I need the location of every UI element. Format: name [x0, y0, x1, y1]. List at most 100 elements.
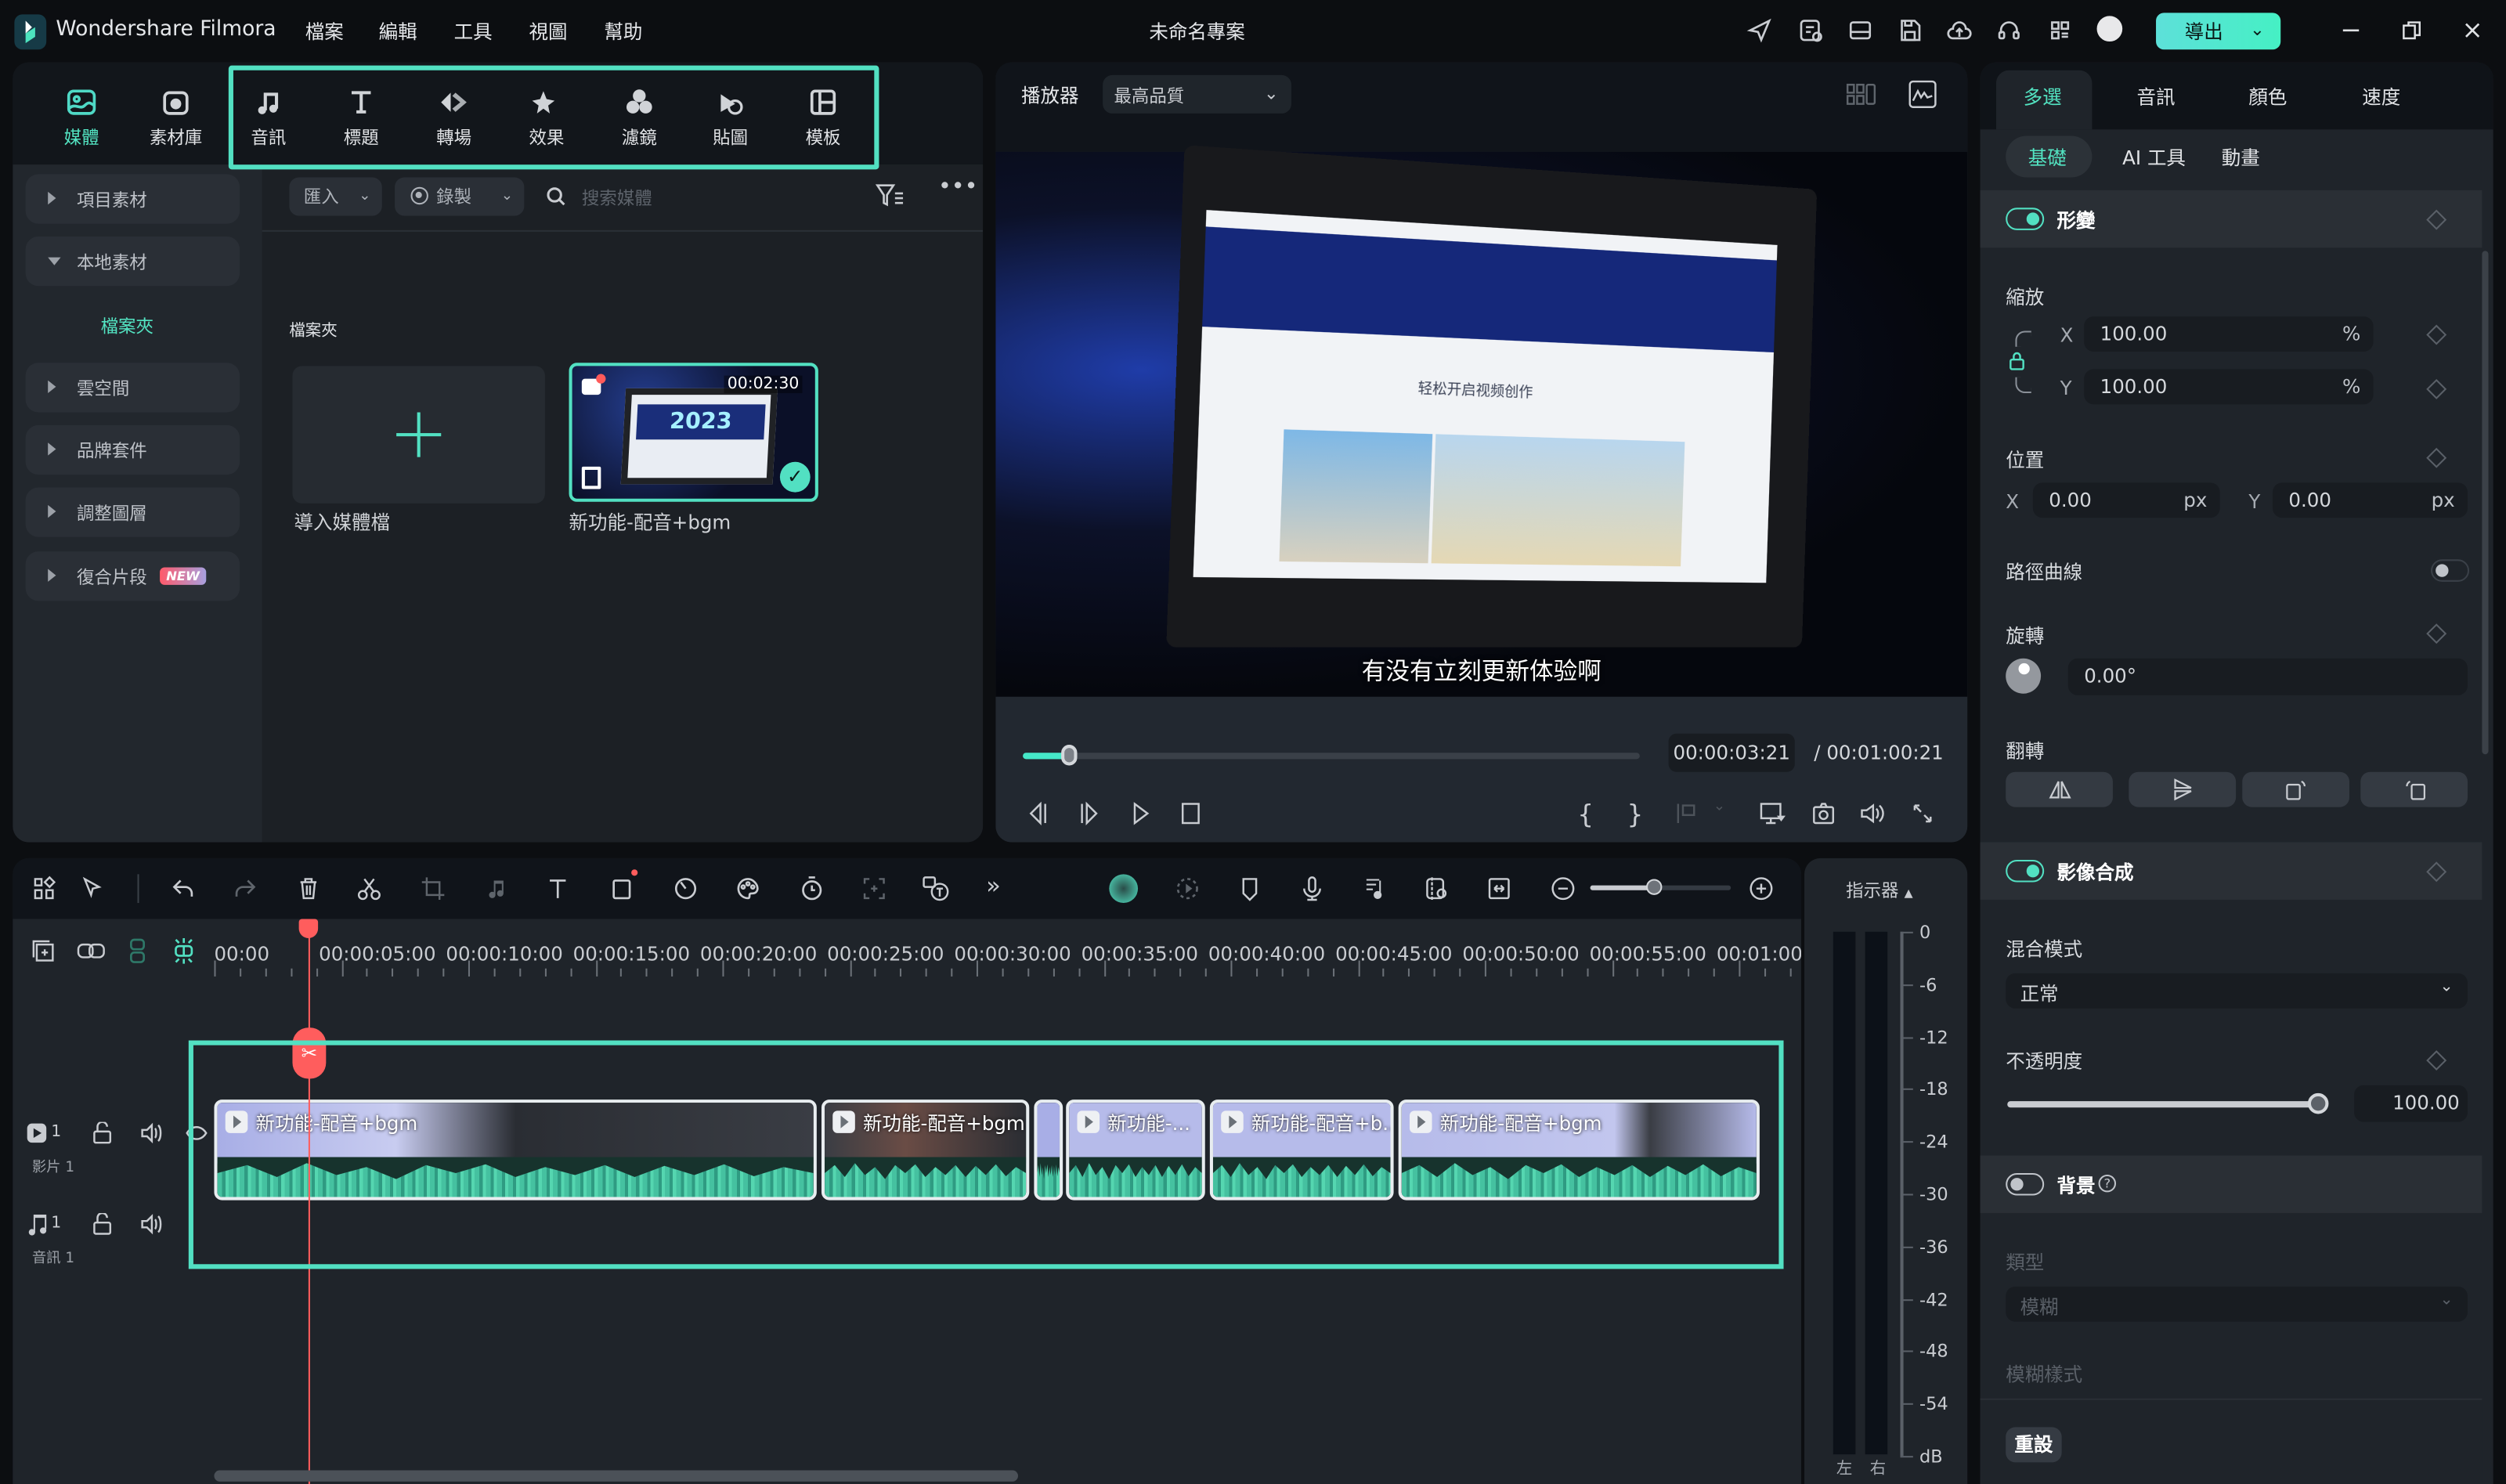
group-clips-icon[interactable] — [125, 938, 150, 964]
link-clips-icon[interactable] — [77, 938, 106, 964]
position-x-input[interactable]: 0.00 px — [2032, 482, 2220, 518]
shape-mask-icon[interactable] — [609, 869, 638, 903]
compositing-section-header[interactable]: 影像合成 — [1980, 842, 2483, 900]
next-frame-icon[interactable] — [1075, 799, 1104, 828]
subtab-ai-tools[interactable]: AI 工具 — [2122, 144, 2186, 172]
text-tool-icon[interactable] — [545, 874, 574, 903]
cloud-upload-icon[interactable] — [1945, 16, 1974, 45]
delete-trash-icon[interactable] — [294, 874, 323, 903]
restore-icon[interactable] — [2397, 16, 2426, 45]
color-palette-icon[interactable] — [734, 874, 763, 903]
flip-vertical-button[interactable] — [2129, 771, 2237, 807]
keyframe-diamond-icon[interactable] — [2426, 623, 2447, 645]
filter-sort-icon[interactable] — [874, 181, 906, 210]
transform-section-header[interactable]: 形變 — [1980, 190, 2483, 248]
menu-view[interactable]: 視圖 — [529, 17, 568, 45]
reset-button[interactable]: 重設 — [2006, 1427, 2062, 1463]
select-pointer-icon[interactable] — [78, 874, 107, 903]
tab-stock-library[interactable]: 素材庫 — [135, 85, 215, 150]
search-input[interactable]: 搜索媒體 — [582, 186, 652, 211]
menu-edit[interactable]: 編輯 — [379, 17, 417, 45]
layout-icon[interactable] — [1846, 16, 1875, 45]
opacity-slider-handle[interactable] — [2307, 1092, 2329, 1114]
save-icon[interactable] — [1895, 16, 1924, 45]
ai-copilot-icon[interactable] — [1109, 874, 1139, 904]
rotate-clockwise-button[interactable] — [2242, 771, 2349, 807]
display-settings-icon[interactable] — [1758, 799, 1787, 828]
chevron-down-icon[interactable]: ⌄ — [1713, 799, 1742, 828]
record-dropdown[interactable]: 錄製 ⌄ — [395, 177, 525, 216]
progress-handle[interactable] — [1060, 745, 1078, 766]
mark-in-icon[interactable]: { — [1577, 799, 1606, 829]
path-curve-toggle[interactable] — [2431, 559, 2470, 582]
auto-sync-icon[interactable] — [1422, 874, 1451, 903]
compositing-toggle[interactable] — [2006, 859, 2045, 883]
nav-project-media[interactable]: 項目素材 — [25, 174, 240, 224]
keyframe-diamond-icon[interactable] — [2426, 324, 2447, 345]
keyframe-diamond-icon[interactable] — [2426, 1050, 2447, 1071]
keyframe-diamond-icon[interactable] — [2426, 209, 2447, 230]
subtab-animation[interactable]: 動畫 — [2222, 144, 2260, 172]
opacity-input[interactable]: 100.00 — [2354, 1085, 2468, 1122]
crop-icon[interactable] — [419, 874, 448, 903]
more-tools-icon[interactable]: » — [986, 871, 1015, 900]
lock-icon[interactable] — [2007, 352, 2026, 370]
snapshot-camera-icon[interactable] — [1809, 799, 1838, 828]
play-icon[interactable] — [1127, 799, 1156, 828]
avatar[interactable] — [2096, 16, 2123, 42]
speech-to-text-icon[interactable] — [923, 874, 951, 903]
tab-speed[interactable]: 速度 — [2362, 83, 2400, 110]
scissors-split-icon[interactable] — [355, 874, 384, 903]
playhead-handle[interactable] — [298, 919, 319, 938]
tab-audio[interactable]: 音訊 — [2137, 83, 2176, 110]
bg-type-select[interactable]: 模糊 ⌄ — [2006, 1286, 2468, 1322]
menu-file[interactable]: 檔案 — [305, 17, 344, 45]
keyframe-diamond-icon[interactable] — [2426, 447, 2447, 468]
timeline-horizontal-scrollbar[interactable] — [214, 1470, 1018, 1482]
prev-frame-icon[interactable] — [1023, 799, 1052, 828]
nav-folder[interactable]: 檔案夾 — [101, 313, 153, 339]
zoom-in-icon[interactable] — [1747, 874, 1776, 903]
rotate-counterclockwise-button[interactable] — [2360, 771, 2468, 807]
nav-local-media[interactable]: 本地素材 — [25, 237, 240, 287]
auto-reframe-icon[interactable] — [860, 874, 889, 903]
properties-scrollbar[interactable] — [2482, 251, 2489, 755]
rotate-input[interactable]: 0.00° — [2067, 658, 2468, 695]
close-icon[interactable] — [2458, 16, 2487, 45]
transform-toggle[interactable] — [2006, 208, 2045, 230]
insert-clip-icon[interactable] — [1672, 799, 1701, 828]
video-preview[interactable]: 轻松开启视频创作 有没有立刻更新体验啊 — [995, 145, 1968, 697]
tab-multi-select[interactable]: 多選 — [2024, 83, 2062, 110]
layout-switch-icon[interactable] — [31, 874, 60, 903]
scope-waveform-icon[interactable] — [1908, 80, 1937, 109]
track-volume-icon[interactable] — [141, 1213, 164, 1236]
nav-compound-clip[interactable]: 復合片段 NEW — [25, 551, 240, 601]
mark-out-icon[interactable]: } — [1627, 799, 1656, 829]
quality-select[interactable]: 最高品質 ⌄ — [1103, 74, 1291, 114]
import-media-tile[interactable] — [292, 366, 545, 504]
media-clip-thumbnail[interactable]: 2023 00:02:30 ✓ — [569, 363, 818, 502]
opacity-slider[interactable] — [2007, 1092, 2329, 1114]
scale-y-input[interactable]: 100.00% — [2084, 369, 2374, 405]
background-toggle[interactable] — [2006, 1172, 2045, 1196]
grid-view-icon[interactable] — [1846, 81, 1878, 107]
chevron-down-icon[interactable]: ⌄ — [2250, 19, 2265, 40]
fit-timeline-icon[interactable] — [1485, 874, 1514, 903]
export-button[interactable]: 導出 ⌄ — [2156, 13, 2281, 50]
duration-timer-icon[interactable] — [797, 874, 826, 903]
background-section-header[interactable]: 背景 ? — [1980, 1155, 2483, 1213]
timeline-ruler[interactable]: 00:00 00:00:05:00 00:00:10:00 00:00:15:00 00… — [214, 919, 1801, 977]
more-options-icon[interactable]: ••• — [938, 174, 978, 200]
fullscreen-icon[interactable] — [1908, 799, 1937, 828]
undo-icon[interactable] — [169, 874, 198, 903]
flip-horizontal-button[interactable] — [2006, 771, 2113, 807]
nav-cloud[interactable]: 雲空間 — [25, 363, 240, 413]
stop-icon[interactable] — [1176, 799, 1205, 828]
help-icon[interactable]: ? — [2098, 1174, 2117, 1193]
menu-help[interactable]: 幫助 — [604, 17, 642, 45]
timeline-zoom-slider[interactable] — [1590, 879, 1731, 895]
nav-brand-kit[interactable]: 品牌套件 — [25, 424, 240, 475]
playback-progress-bar[interactable] — [1023, 745, 1640, 766]
audio-detach-icon[interactable] — [482, 874, 511, 903]
add-track-icon[interactable] — [31, 938, 56, 964]
